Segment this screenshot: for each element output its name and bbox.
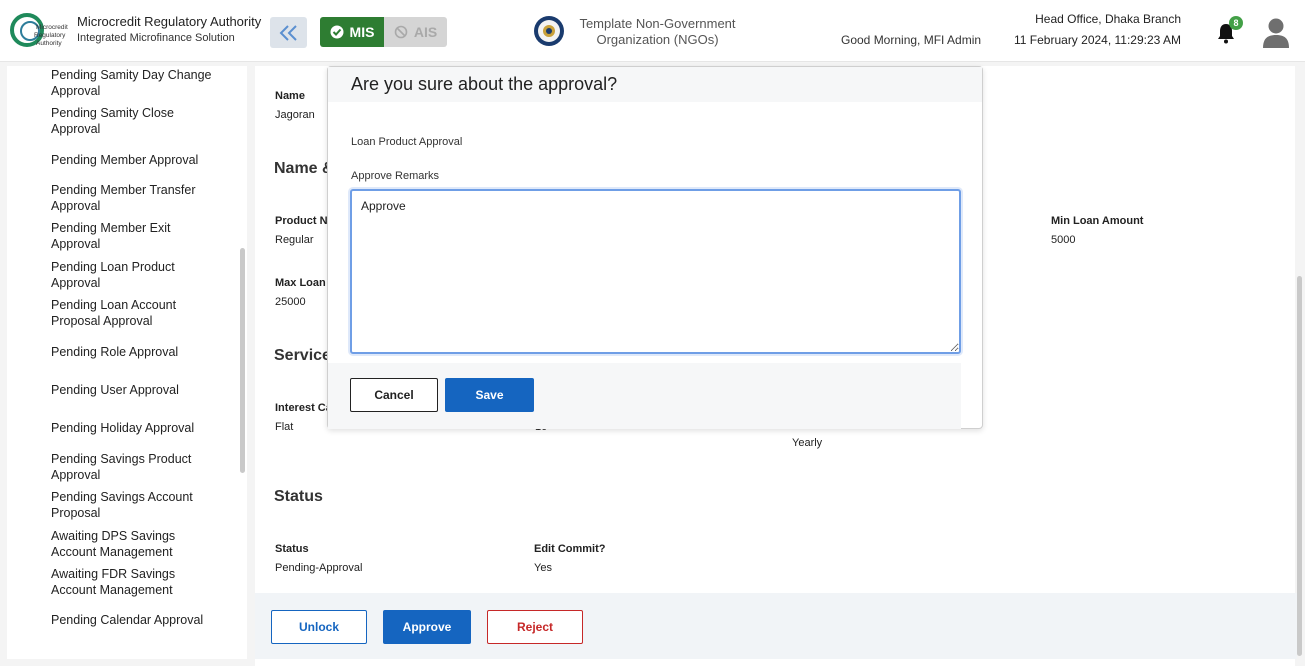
org-seal-icon xyxy=(534,16,564,46)
mis-label: MIS xyxy=(349,24,375,40)
edit-commit-label: Edit Commit? xyxy=(534,543,606,555)
product-name-label: Product Na xyxy=(275,215,334,227)
sidebar-menu: Pending Samity Day Change Approval Pendi… xyxy=(7,66,247,659)
logo-text-3: Authority xyxy=(36,40,62,47)
sidebar-item-samity-close[interactable]: Pending Samity Close Approval xyxy=(51,105,221,137)
sidebar-item-loan-account-proposal[interactable]: Pending Loan Account Proposal Approval xyxy=(51,297,221,329)
org-name: Template Non-Government Organization (NG… xyxy=(579,16,736,47)
avatar-icon[interactable] xyxy=(1262,17,1290,49)
sidebar-item-savings-product[interactable]: Pending Savings Product Approval xyxy=(51,451,221,483)
dialog-title: Are you sure about the approval? xyxy=(351,74,618,94)
sidebar-item-member-exit[interactable]: Pending Member Exit Approval xyxy=(51,220,221,252)
min-loan-value: 5000 xyxy=(1051,234,1076,246)
mis-toggle-button[interactable]: MIS xyxy=(320,17,384,47)
section-title-service: Service xyxy=(274,347,331,364)
remarks-label: Approve Remarks xyxy=(351,170,440,182)
unlock-button[interactable]: Unlock xyxy=(271,610,367,644)
sidebar-item-dps-savings[interactable]: Awaiting DPS Savings Account Management xyxy=(51,528,221,560)
interest-label: Interest Ca xyxy=(275,402,332,414)
main-scrollbar[interactable] xyxy=(1297,276,1302,656)
section-title-name: Name & xyxy=(274,160,334,177)
sidebar-item-savings-account-proposal[interactable]: Pending Savings Account Proposal xyxy=(51,489,221,521)
double-chevron-left-icon xyxy=(279,24,297,41)
block-icon xyxy=(394,25,408,39)
greeting-text: Good Morning, MFI Admin xyxy=(841,33,982,47)
mra-logo: Microcredit Regulatory Authority xyxy=(10,13,68,47)
logo-text-1: Microcredit xyxy=(36,24,68,31)
sidebar-item-fdr-savings[interactable]: Awaiting FDR Savings Account Management xyxy=(51,566,221,598)
sidebar-item-samity-day-change[interactable]: Pending Samity Day Change Approval xyxy=(51,67,221,99)
section-title-status: Status xyxy=(274,488,323,505)
dialog-subtitle: Loan Product Approval xyxy=(351,136,463,148)
check-circle-icon xyxy=(330,25,344,39)
status-label: Status xyxy=(275,543,309,555)
sidebar-item-holiday-approval[interactable]: Pending Holiday Approval xyxy=(51,420,221,436)
product-name-value: Regular xyxy=(275,234,314,246)
sidebar-item-member-transfer[interactable]: Pending Member Transfer Approval xyxy=(51,182,221,214)
edit-commit-value: Yes xyxy=(534,562,552,574)
ais-toggle-button[interactable]: AIS xyxy=(384,17,447,47)
logo-text-2: Regulatory xyxy=(34,32,66,39)
reject-button[interactable]: Reject xyxy=(487,610,583,644)
collapse-sidebar-button[interactable] xyxy=(270,17,307,48)
max-loan-value: 25000 xyxy=(275,296,306,308)
save-button[interactable]: Save xyxy=(445,378,534,412)
brand-title: Microcredit Regulatory Authority xyxy=(77,14,262,29)
sidebar-item-role-approval[interactable]: Pending Role Approval xyxy=(51,344,221,360)
brand-subtitle: Integrated Microfinance Solution xyxy=(77,32,235,44)
branch-name: Head Office, Dhaka Branch xyxy=(1035,12,1181,26)
name-value: Jagoran xyxy=(275,109,315,121)
approve-button[interactable]: Approve xyxy=(383,610,471,644)
interest-value: Flat xyxy=(275,421,294,433)
current-datetime: 11 February 2024, 11:29:23 AM xyxy=(1014,33,1181,47)
sidebar-item-user-approval[interactable]: Pending User Approval xyxy=(51,382,221,398)
cancel-button[interactable]: Cancel xyxy=(350,378,438,412)
sidebar-item-loan-product[interactable]: Pending Loan Product Approval xyxy=(51,259,221,291)
frequency-value: Yearly xyxy=(792,437,823,449)
sidebar-item-member-approval[interactable]: Pending Member Approval xyxy=(51,152,221,168)
notification-badge: 8 xyxy=(1229,16,1243,30)
name-label: Name xyxy=(275,90,305,102)
approval-confirm-dialog: Are you sure about the approval? Loan Pr… xyxy=(327,66,983,429)
app-header: Microcredit Regulatory Authority Microcr… xyxy=(0,0,1305,62)
approve-remarks-textarea[interactable]: Approve xyxy=(350,189,961,354)
ais-label: AIS xyxy=(413,24,438,40)
sidebar-scrollbar[interactable] xyxy=(240,248,245,473)
min-loan-label: Min Loan Amount xyxy=(1051,215,1144,227)
status-value: Pending-Approval xyxy=(275,562,363,574)
sidebar-item-calendar-approval[interactable]: Pending Calendar Approval xyxy=(51,612,221,628)
